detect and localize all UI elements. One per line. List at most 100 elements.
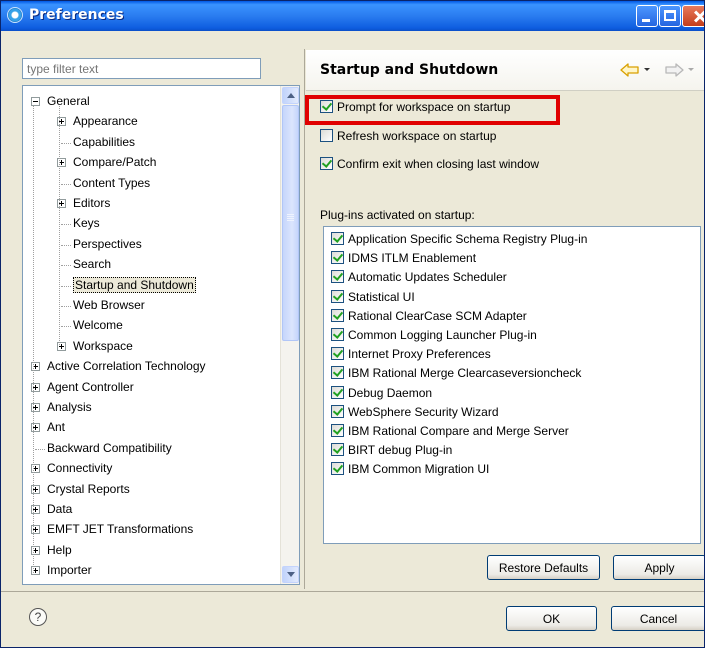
checkbox-checked[interactable] (331, 424, 344, 437)
collapse-icon[interactable] (31, 97, 40, 106)
tree-item-label: EMFT JET Transformations (47, 522, 194, 537)
ok-button[interactable]: OK (506, 606, 597, 631)
checkbox-checked[interactable] (331, 443, 344, 457)
help-icon[interactable]: ? (29, 608, 47, 626)
tree-item[interactable]: Content Types (61, 174, 151, 194)
tree-item[interactable]: Web Browser (61, 296, 145, 316)
forward-arrow-icon[interactable] (664, 63, 684, 77)
checkbox-checked[interactable] (320, 157, 333, 170)
plugin-item[interactable]: Common Logging Launcher Plug-in (331, 326, 537, 345)
tree-item[interactable]: Welcome (61, 316, 123, 336)
plugin-label: IBM Rational Merge Clearcaseversioncheck (348, 366, 582, 381)
tree-item[interactable]: Compare/Patch (57, 153, 156, 173)
checkbox-checked[interactable] (331, 328, 344, 341)
tree-item[interactable]: Capabilities (61, 133, 136, 153)
tree-item-label: Importer (47, 563, 92, 578)
checkbox-checked[interactable] (331, 385, 344, 399)
checkbox-checked[interactable] (331, 251, 344, 265)
restore-defaults-button[interactable]: Restore Defaults (487, 555, 600, 580)
plugin-label: Statistical UI (348, 289, 415, 304)
plugin-label: Debug Daemon (348, 385, 433, 400)
apply-button[interactable]: Apply (613, 555, 704, 580)
panel-sash[interactable] (304, 49, 305, 589)
title-bar[interactable]: Preferences (1, 1, 704, 31)
plugin-item[interactable]: Internet Proxy Preferences (331, 345, 491, 364)
tree-item[interactable]: Importer (31, 561, 92, 581)
preferences-dialog: Preferences General Appearance Capabilitie… (0, 0, 705, 648)
checkbox-checked[interactable] (331, 404, 344, 418)
tree-item[interactable]: Help (31, 541, 72, 561)
checkbox-checked[interactable] (331, 366, 344, 380)
tree-item[interactable]: Data (31, 500, 72, 520)
tree-item-label: Content Types (73, 175, 151, 190)
tree-item-label: Analysis (47, 400, 92, 414)
cancel-button[interactable]: Cancel (611, 606, 704, 631)
plugin-label: IDMS ITLM Enablement (348, 251, 477, 266)
plugin-label: BIRT debug Plug-in (348, 443, 453, 458)
checkbox-checked[interactable] (331, 347, 344, 361)
tree-item[interactable]: Analysis (31, 398, 92, 418)
option-label: Refresh workspace on startup (337, 129, 497, 143)
plugin-item[interactable]: IBM Rational Merge Clearcaseversioncheck (331, 364, 581, 383)
tree-scrollbar[interactable] (280, 86, 299, 584)
plugin-item[interactable]: Application Specific Schema Registry Plu… (331, 230, 587, 249)
startup-option[interactable]: Refresh workspace on startup (320, 127, 496, 147)
plugin-item[interactable]: WebSphere Security Wizard (331, 403, 499, 422)
tree-item[interactable]: Appearance (57, 112, 138, 132)
tree-item[interactable]: Search (61, 255, 111, 275)
tree-item-label: Help (47, 542, 72, 557)
startup-option[interactable]: Confirm exit when closing last window (320, 155, 539, 175)
tree-item[interactable]: General (31, 92, 90, 112)
scroll-up-button[interactable] (282, 87, 299, 104)
tree-item[interactable]: Agent Controller (31, 378, 134, 398)
maximize-button[interactable] (659, 5, 681, 27)
plugin-item[interactable]: Debug Daemon (331, 384, 432, 403)
tree-item-label: Connectivity (47, 461, 113, 476)
tree-item[interactable]: Crystal Reports (31, 480, 130, 500)
close-button[interactable] (682, 5, 704, 27)
back-dropdown-icon[interactable] (644, 68, 650, 71)
tree-item[interactable]: Keys (61, 214, 100, 234)
tree-item[interactable]: Active Correlation Technology (31, 357, 206, 377)
plugin-item[interactable]: IDMS ITLM Enablement (331, 249, 476, 268)
plugin-item[interactable]: IBM Rational Compare and Merge Server (331, 422, 569, 441)
preference-tree: General Appearance Capabilities Compare/Pat… (22, 85, 300, 585)
back-arrow-icon[interactable] (620, 63, 640, 77)
forward-dropdown-icon[interactable] (688, 68, 694, 71)
tree-item[interactable]: Perspectives (61, 235, 142, 255)
checkbox-checked[interactable] (331, 462, 344, 476)
filter-input[interactable] (22, 58, 261, 79)
plugin-label: Automatic Updates Scheduler (348, 270, 507, 285)
plugin-list: Application Specific Schema Registry Plu… (323, 226, 701, 544)
tree-item[interactable]: Ant (31, 418, 65, 438)
checkbox-checked[interactable] (331, 232, 344, 245)
checkbox-checked[interactable] (331, 289, 344, 303)
scroll-thumb[interactable] (282, 105, 299, 341)
plugin-item[interactable]: Rational ClearCase SCM Adapter (331, 307, 527, 326)
plugin-label: WebSphere Security Wizard (348, 404, 499, 419)
checkbox-checked[interactable] (331, 270, 344, 284)
plugin-item[interactable]: IBM Common Migration UI (331, 460, 489, 479)
footer-separator (1, 591, 704, 592)
tree-item-label: Web Browser (73, 298, 145, 312)
tree-item[interactable]: EMFT JET Transformations (31, 520, 194, 540)
tree-item-label: Crystal Reports (47, 481, 130, 496)
plugin-item[interactable]: BIRT debug Plug-in (331, 441, 452, 460)
plugin-item[interactable]: Statistical UI (331, 288, 415, 307)
plugin-label: Internet Proxy Preferences (348, 347, 491, 362)
tree-item[interactable]: Connectivity (31, 459, 113, 479)
tree-item[interactable]: Editors (57, 194, 110, 214)
checkbox-checked[interactable] (331, 308, 344, 322)
plugin-label: Common Logging Launcher Plug-in (348, 328, 537, 342)
plugin-item[interactable]: Automatic Updates Scheduler (331, 268, 507, 287)
minimize-button[interactable] (636, 5, 658, 27)
plugin-label: IBM Rational Compare and Merge Server (348, 424, 569, 438)
scroll-down-button[interactable] (282, 566, 299, 583)
tree-item-label: Active Correlation Technology (47, 359, 206, 374)
tree-item[interactable]: Startup and Shutdown (61, 276, 196, 296)
checkbox-unchecked[interactable] (320, 129, 333, 142)
tree-item[interactable]: Workspace (57, 337, 133, 357)
tree-item-label: Perspectives (73, 236, 142, 251)
tree-item-label: Capabilities (73, 134, 136, 149)
tree-item[interactable]: Backward Compatibility (35, 439, 172, 459)
